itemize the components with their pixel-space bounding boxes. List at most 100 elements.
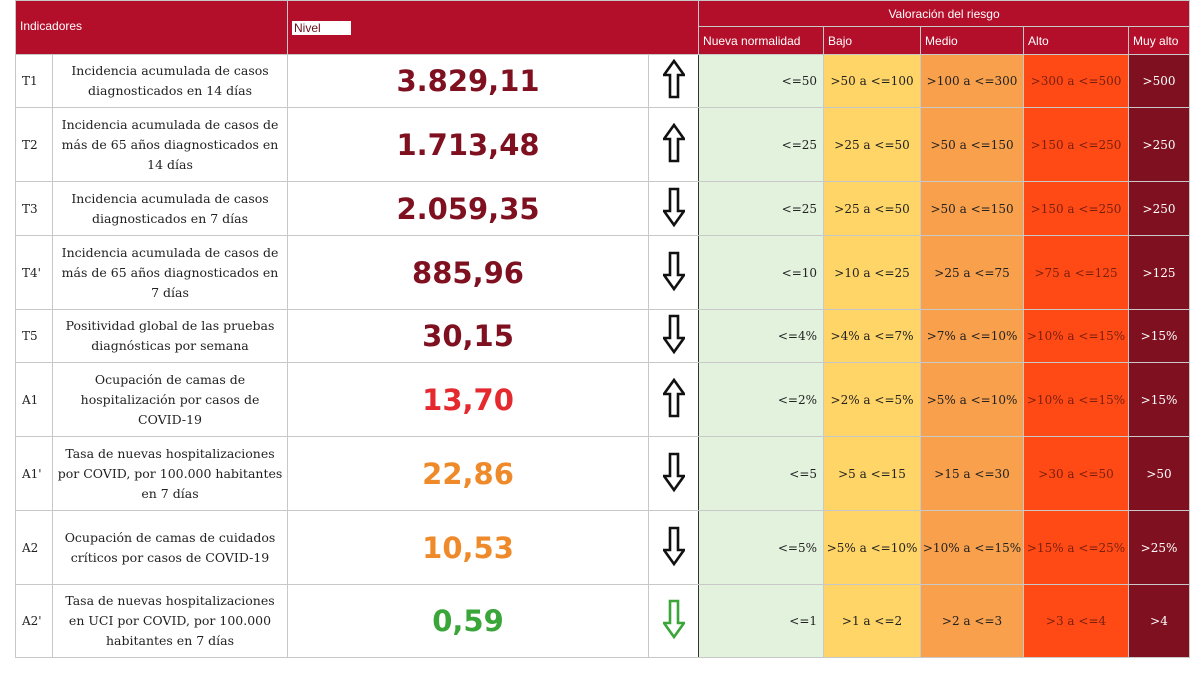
range-alto: >150 a <=250 <box>1023 181 1130 236</box>
indicator-value: 0,59 <box>287 584 650 658</box>
indicator-value: 22,86 <box>287 436 650 511</box>
range-muy-alto: >250 <box>1128 107 1191 182</box>
indicator-code: T2 <box>15 107 53 182</box>
indicator-code: T3 <box>15 181 53 236</box>
range-muy-alto: >250 <box>1128 181 1191 236</box>
range-nueva-normalidad: <=25 <box>698 181 825 236</box>
range-nueva-normalidad: <=2% <box>698 362 825 437</box>
table-row: A2 Ocupación de camas de cuidados crítico… <box>15 510 1191 585</box>
range-nueva-normalidad: <=5 <box>698 436 825 511</box>
arrow-down-icon <box>660 251 687 291</box>
indicator-value: 885,96 <box>287 235 650 310</box>
arrow-down-green-icon <box>660 599 687 640</box>
range-alto: >15% a <=25% <box>1023 510 1130 585</box>
table-row: A1 Ocupación de camas de hospitalización … <box>15 362 1191 437</box>
header-level-alto: Alto <box>1023 26 1130 55</box>
range-muy-alto: >25% <box>1128 510 1191 585</box>
header-nivel: Nivel <box>287 0 700 55</box>
header-level-nueva-normalidad: Nueva normalidad <box>698 26 825 55</box>
range-bajo: >1 a <=2 <box>823 584 922 658</box>
indicator-description: Incidencia acumulada de casos diagnostic… <box>51 181 289 236</box>
range-bajo: >5% a <=10% <box>823 510 922 585</box>
table-row: T4' Incidencia acumulada de casos de más … <box>15 235 1191 310</box>
header-nivel-label: Nivel <box>292 21 351 35</box>
indicator-description: Ocupación de camas de cuidados críticos … <box>51 510 289 585</box>
range-nueva-normalidad: <=50 <box>698 54 825 108</box>
range-medio: >5% a <=10% <box>920 362 1025 437</box>
header-valoracion: Valoración del riesgo <box>698 0 1191 27</box>
range-alto: >10% a <=15% <box>1023 309 1130 363</box>
range-alto: >150 a <=250 <box>1023 107 1130 182</box>
range-bajo: >4% a <=7% <box>823 309 922 363</box>
indicator-code: A1' <box>15 436 53 511</box>
table-row: T2 Incidencia acumulada de casos de más d… <box>15 107 1191 182</box>
range-medio: >15 a <=30 <box>920 436 1025 511</box>
indicator-description: Tasa de nuevas hospitalizaciones por COV… <box>51 436 289 511</box>
range-nueva-normalidad: <=4% <box>698 309 825 363</box>
range-bajo: >25 a <=50 <box>823 107 922 182</box>
arrow-up-icon <box>660 377 687 417</box>
indicator-description: Incidencia acumulada de casos diagnostic… <box>51 54 289 108</box>
table-row: A1' Tasa de nuevas hospitalizaciones por … <box>15 436 1191 511</box>
arrow-down-icon <box>660 526 687 566</box>
header-row-top: Indicadores Nivel Valoración del riesgo <box>14 0 1191 55</box>
indicator-value: 30,15 <box>287 309 650 363</box>
indicator-code: A2 <box>15 510 53 585</box>
arrow-down-icon <box>660 187 687 227</box>
indicator-value: 1.713,48 <box>287 107 650 182</box>
range-muy-alto: >125 <box>1128 235 1191 310</box>
arrow-down-icon <box>660 452 687 492</box>
trend-cell <box>648 181 700 236</box>
range-alto: >10% a <=15% <box>1023 362 1130 437</box>
range-alto: >30 a <=50 <box>1023 436 1130 511</box>
range-medio: >10% a <=15% <box>920 510 1025 585</box>
indicator-code: T1 <box>15 54 53 108</box>
range-bajo: >10 a <=25 <box>823 235 922 310</box>
risk-indicator-table: Indicadores Nivel Valoración del riesgo … <box>14 0 1191 658</box>
trend-cell <box>648 235 700 310</box>
header-level-muy-alto: Muy alto <box>1128 26 1191 55</box>
header-indicadores: Indicadores <box>14 0 289 55</box>
range-bajo: >50 a <=100 <box>823 54 922 108</box>
trend-cell <box>648 584 700 658</box>
indicator-description: Incidencia acumulada de casos de más de … <box>51 107 289 182</box>
range-nueva-normalidad: <=25 <box>698 107 825 182</box>
indicator-code: T4' <box>15 235 53 310</box>
indicator-description: Positividad global de las pruebas diagnó… <box>51 309 289 363</box>
indicator-description: Ocupación de camas de hospitalización po… <box>51 362 289 437</box>
trend-cell <box>648 54 700 108</box>
range-bajo: >5 a <=15 <box>823 436 922 511</box>
range-muy-alto: >15% <box>1128 362 1191 437</box>
indicator-value: 10,53 <box>287 510 650 585</box>
trend-cell <box>648 309 700 363</box>
indicator-value: 2.059,35 <box>287 181 650 236</box>
range-medio: >100 a <=300 <box>920 54 1025 108</box>
trend-cell <box>648 436 700 511</box>
trend-cell <box>648 510 700 585</box>
range-nueva-normalidad: <=10 <box>698 235 825 310</box>
indicator-description: Incidencia acumulada de casos de más de … <box>51 235 289 310</box>
trend-cell <box>648 362 700 437</box>
indicator-code: A2' <box>15 584 53 658</box>
arrow-down-icon <box>660 314 687 355</box>
indicator-value: 13,70 <box>287 362 650 437</box>
range-alto: >75 a <=125 <box>1023 235 1130 310</box>
range-bajo: >2% a <=5% <box>823 362 922 437</box>
indicator-code: A1 <box>15 362 53 437</box>
range-alto: >300 a <=500 <box>1023 54 1130 108</box>
range-muy-alto: >4 <box>1128 584 1191 658</box>
trend-cell <box>648 107 700 182</box>
table-row: T3 Incidencia acumulada de casos diagnost… <box>15 181 1191 236</box>
range-muy-alto: >15% <box>1128 309 1191 363</box>
range-muy-alto: >500 <box>1128 54 1191 108</box>
indicator-value: 3.829,11 <box>287 54 650 108</box>
range-alto: >3 a <=4 <box>1023 584 1130 658</box>
range-muy-alto: >50 <box>1128 436 1191 511</box>
indicator-description: Tasa de nuevas hospitalizaciones en UCI … <box>51 584 289 658</box>
arrow-up-icon <box>660 58 687 99</box>
arrow-up-icon <box>660 122 687 162</box>
table-row: T5 Positividad global de las pruebas diag… <box>15 309 1191 363</box>
header-level-medio: Medio <box>920 26 1025 55</box>
range-medio: >7% a <=10% <box>920 309 1025 363</box>
range-medio: >50 a <=150 <box>920 181 1025 236</box>
